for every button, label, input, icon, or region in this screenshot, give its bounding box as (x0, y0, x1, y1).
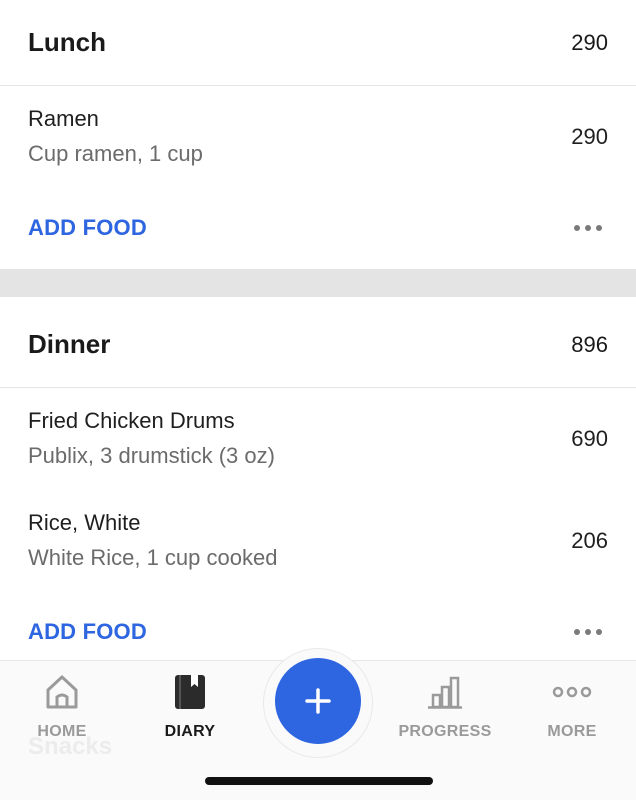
food-entry[interactable]: Rice, White White Rice, 1 cup cooked 206 (0, 490, 636, 592)
food-description: Cup ramen, 1 cup (28, 141, 203, 166)
food-calories: 206 (571, 528, 608, 553)
home-icon (45, 673, 79, 711)
food-description: Publix, 3 drumstick (3 oz) (28, 443, 275, 468)
food-entry[interactable]: Fried Chicken Drums Publix, 3 drumstick … (0, 388, 636, 490)
plus-icon (305, 688, 331, 714)
tab-label: PROGRESS (398, 723, 492, 740)
tab-home[interactable]: HOME (0, 673, 127, 741)
lunch-header[interactable]: Lunch 290 (0, 0, 636, 86)
quick-add-button[interactable] (275, 658, 361, 744)
dinner-header[interactable]: Dinner 896 (0, 302, 636, 388)
tab-progress[interactable]: PROGRESS (380, 673, 510, 741)
snacks-section-title: Snacks (28, 733, 113, 760)
home-indicator[interactable] (205, 777, 433, 785)
add-food-button[interactable]: ADD FOOD (28, 619, 147, 645)
diary-icon (174, 673, 206, 711)
more-options-icon[interactable] (574, 225, 602, 231)
food-name: Rice, White (28, 510, 141, 535)
tab-label: DIARY (164, 723, 216, 740)
tab-label: MORE (547, 723, 597, 740)
meal-total-calories: 290 (571, 29, 608, 55)
lunch-section: Lunch 290 Ramen Cup ramen, 1 cup 290 ADD… (0, 0, 636, 268)
progress-icon (427, 673, 463, 711)
more-options-icon[interactable] (574, 629, 602, 635)
food-calories: 690 (571, 426, 608, 451)
more-icon (552, 673, 592, 711)
section-divider (0, 269, 636, 297)
tab-diary[interactable]: DIARY (125, 673, 255, 741)
lunch-add-row: ADD FOOD (0, 188, 636, 268)
meal-total-calories: 896 (571, 331, 608, 357)
food-calories: 290 (571, 124, 608, 149)
meal-title: Lunch (28, 27, 106, 57)
food-name: Ramen (28, 106, 99, 131)
meal-title: Dinner (28, 329, 111, 359)
dinner-section: Dinner 896 Fried Chicken Drums Publix, 3… (0, 302, 636, 672)
food-name: Fried Chicken Drums (28, 408, 235, 433)
food-description: White Rice, 1 cup cooked (28, 545, 278, 570)
food-entry[interactable]: Ramen Cup ramen, 1 cup 290 (0, 86, 636, 188)
add-food-button[interactable]: ADD FOOD (28, 215, 147, 241)
tab-more[interactable]: MORE (507, 673, 636, 741)
